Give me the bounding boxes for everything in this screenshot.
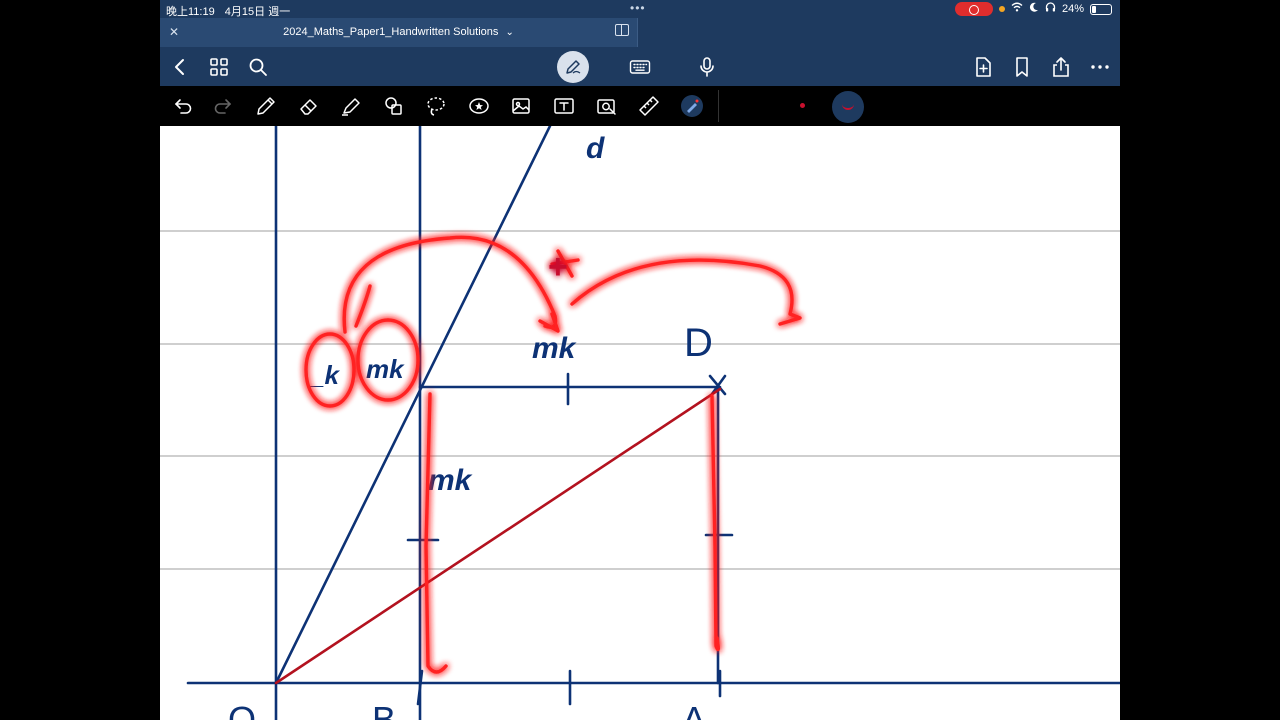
highlighter-icon[interactable] (339, 94, 363, 118)
status-bar: 晚上11:19 4月15日 週一 ••• 24% (160, 0, 1120, 18)
moon-icon (1029, 2, 1039, 16)
keyboard-icon[interactable] (628, 55, 652, 79)
red-diagonal-line (274, 387, 722, 685)
headphones-icon (1045, 2, 1056, 16)
label-B: B (372, 699, 396, 720)
shapes-icon[interactable] (382, 94, 406, 118)
more-icon[interactable] (1088, 55, 1112, 79)
label-D: D (684, 321, 713, 365)
status-time: 晚上11:19 (166, 6, 215, 18)
nav-bar (160, 47, 1120, 86)
diagonal-line (274, 126, 552, 685)
blue-diagram (186, 126, 1120, 720)
tab-bar: ✕ 2024_Maths_Paper1_Handwritten Solution… (160, 18, 1120, 47)
elements-icon[interactable] (467, 94, 491, 118)
label-mk-left: mk (366, 354, 405, 384)
camera-icon[interactable] (595, 94, 619, 118)
image-icon[interactable] (509, 94, 533, 118)
bookmark-icon[interactable] (1010, 55, 1034, 79)
pen-mode-button[interactable] (557, 51, 589, 83)
laser-arrow-left (342, 235, 558, 334)
laser-plus-text: + (548, 248, 568, 286)
back-icon[interactable] (168, 55, 192, 79)
microphone-icon[interactable] (695, 55, 719, 79)
label-mk-top: mk (532, 332, 577, 365)
ruler-icon[interactable] (637, 94, 661, 118)
mic-in-use-dot-icon (998, 6, 1005, 12)
laser-pointer-icon[interactable] (680, 94, 704, 118)
multitask-dots-icon[interactable]: ••• (630, 1, 646, 15)
tool-bar (160, 86, 1120, 126)
pen-icon[interactable] (254, 94, 278, 118)
status-left: 晚上11:19 4月15日 週一 (166, 3, 297, 19)
toolbar-divider (718, 90, 719, 122)
laser-arrow-right (570, 258, 802, 326)
pen-mode-icon (566, 60, 581, 74)
label-mk-mid: mk (428, 464, 473, 497)
redo-icon[interactable] (211, 94, 235, 118)
status-right: 24% (954, 2, 1112, 16)
search-icon[interactable] (246, 55, 270, 79)
handwriting-layer: d mk _k mk D mk B O A + (160, 126, 1120, 720)
title-chevron-down-icon[interactable]: ⌄ (505, 27, 513, 38)
red-color-swatch[interactable] (800, 103, 805, 108)
lasso-icon[interactable] (424, 94, 448, 118)
label-d: d (586, 132, 605, 165)
document-tab[interactable]: ✕ 2024_Maths_Paper1_Handwritten Solution… (160, 18, 638, 47)
laser-vertical-bracket-left (424, 392, 448, 674)
screen-recording-icon[interactable] (954, 2, 993, 16)
undo-icon[interactable] (171, 94, 195, 118)
wifi-icon (1011, 2, 1023, 16)
note-canvas[interactable]: d mk _k mk D mk B O A + (160, 126, 1120, 720)
eraser-icon[interactable] (297, 94, 321, 118)
document-title-text: 2024_Maths_Paper1_Handwritten Solutions (283, 26, 499, 38)
share-icon[interactable] (1049, 55, 1073, 79)
laser-annotations (304, 235, 802, 674)
ruled-lines (160, 230, 1120, 570)
document-title[interactable]: 2024_Maths_Paper1_Handwritten Solutions … (160, 26, 637, 38)
battery-icon (1090, 3, 1112, 15)
add-page-icon[interactable] (971, 55, 995, 79)
label-k-left: _k (308, 360, 340, 390)
text-icon[interactable] (552, 94, 576, 118)
status-date: 4月15日 週一 (224, 6, 291, 18)
split-view-icon[interactable] (615, 24, 629, 36)
laser-stroke-option[interactable] (832, 91, 864, 123)
ipad-screen: 晚上11:19 4月15日 週一 ••• 24% ✕ 2024_Maths_Pa… (160, 0, 1120, 720)
battery-percent: 24% (1061, 3, 1084, 15)
label-O: O (228, 699, 256, 720)
stroke-curve-icon (842, 104, 854, 110)
grid-icon[interactable] (207, 55, 231, 79)
laser-stroke-c (354, 284, 372, 328)
label-A: A (682, 699, 706, 720)
